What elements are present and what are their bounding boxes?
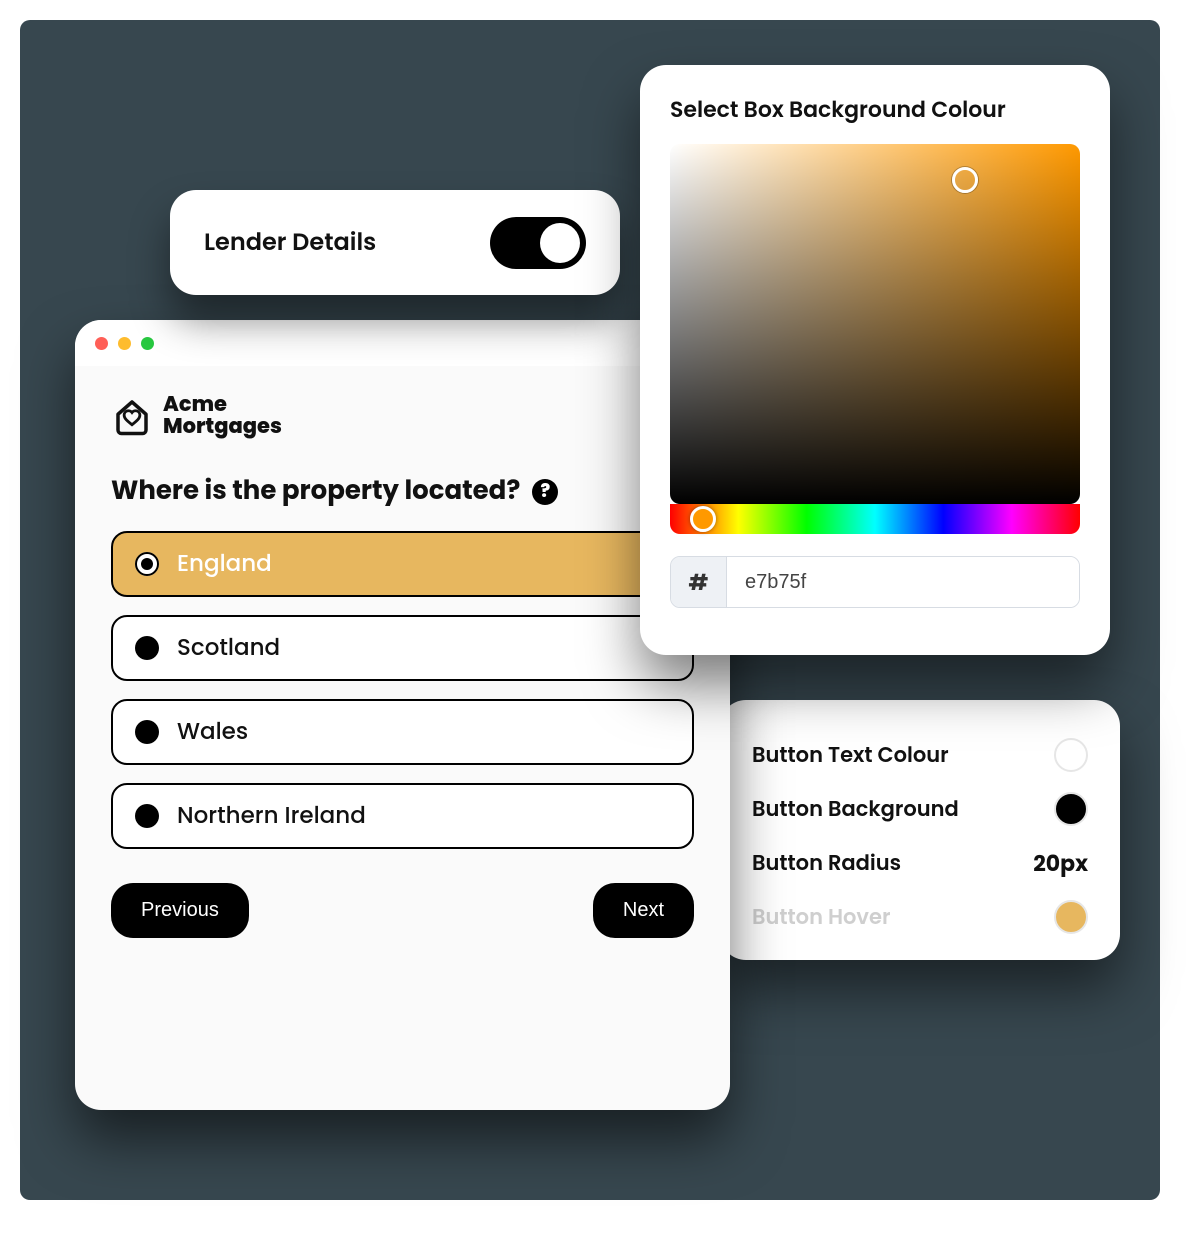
stage-background: Lender Details Acme Mortgages — [20, 20, 1160, 1200]
hash-label: # — [671, 557, 727, 607]
hex-input-row: # — [670, 556, 1080, 608]
radio-icon — [135, 804, 159, 828]
window-zoom-dot[interactable] — [141, 337, 154, 350]
help-icon[interactable]: ? — [532, 479, 558, 505]
style-row-label: Button Radius — [752, 848, 901, 879]
nav-buttons: Previous Next — [75, 849, 730, 938]
color-picker-title: Select Box Background Colour — [670, 93, 1080, 126]
color-swatch[interactable] — [1054, 792, 1088, 826]
option-wales[interactable]: Wales — [111, 699, 694, 765]
style-row[interactable]: Button Radius 20px — [752, 836, 1088, 890]
window-minimize-dot[interactable] — [118, 337, 131, 350]
radio-icon — [135, 720, 159, 744]
option-northern-ireland[interactable]: Northern Ireland — [111, 783, 694, 849]
previous-button[interactable]: Previous — [111, 883, 249, 938]
lender-details-card: Lender Details — [170, 190, 620, 295]
style-row-value: 20px — [1033, 847, 1088, 880]
option-label: Northern Ireland — [177, 799, 366, 833]
color-swatch[interactable] — [1054, 738, 1088, 772]
option-label: Scotland — [177, 631, 280, 665]
style-row[interactable]: Button Background — [752, 782, 1088, 836]
toggle-knob — [540, 223, 580, 263]
radio-icon — [135, 552, 159, 576]
lender-details-toggle[interactable] — [490, 217, 586, 269]
options-list: England Scotland Wales Northern Ireland — [75, 531, 730, 849]
next-button[interactable]: Next — [593, 883, 694, 938]
lender-details-label: Lender Details — [204, 225, 376, 260]
hue-handle[interactable] — [690, 506, 716, 532]
sv-handle[interactable] — [952, 167, 978, 193]
style-row-label: Button Text Colour — [752, 740, 949, 771]
option-label: England — [177, 547, 272, 581]
radio-icon — [135, 636, 159, 660]
question-row: Where is the property located? ? — [75, 464, 730, 531]
saturation-value-box[interactable] — [670, 144, 1080, 504]
app-topbar: Acme Mortgages — [75, 366, 730, 464]
logo-text: Acme Mortgages — [163, 394, 282, 438]
logo-line2: Mortgages — [163, 416, 282, 438]
option-label: Wales — [177, 715, 248, 749]
style-row-label: Button Background — [752, 794, 959, 825]
hue-slider[interactable] — [670, 504, 1080, 534]
style-settings-card: Button Text Colour Button Background Butto… — [720, 700, 1120, 960]
question-text: Where is the property located? — [111, 472, 520, 511]
style-row[interactable]: Button Hover — [752, 890, 1088, 944]
color-picker-card: Select Box Background Colour # — [640, 65, 1110, 655]
window-close-dot[interactable] — [95, 337, 108, 350]
option-scotland[interactable]: Scotland — [111, 615, 694, 681]
style-row[interactable]: Button Text Colour — [752, 728, 1088, 782]
app-window: Acme Mortgages Where is the property loc… — [75, 320, 730, 1110]
app-logo: Acme Mortgages — [111, 394, 282, 438]
hex-input[interactable] — [727, 557, 1079, 607]
color-swatch[interactable] — [1054, 900, 1088, 934]
house-heart-icon — [111, 395, 153, 437]
style-row-label: Button Hover — [752, 902, 890, 933]
option-england[interactable]: England — [111, 531, 694, 597]
window-titlebar — [75, 320, 730, 366]
